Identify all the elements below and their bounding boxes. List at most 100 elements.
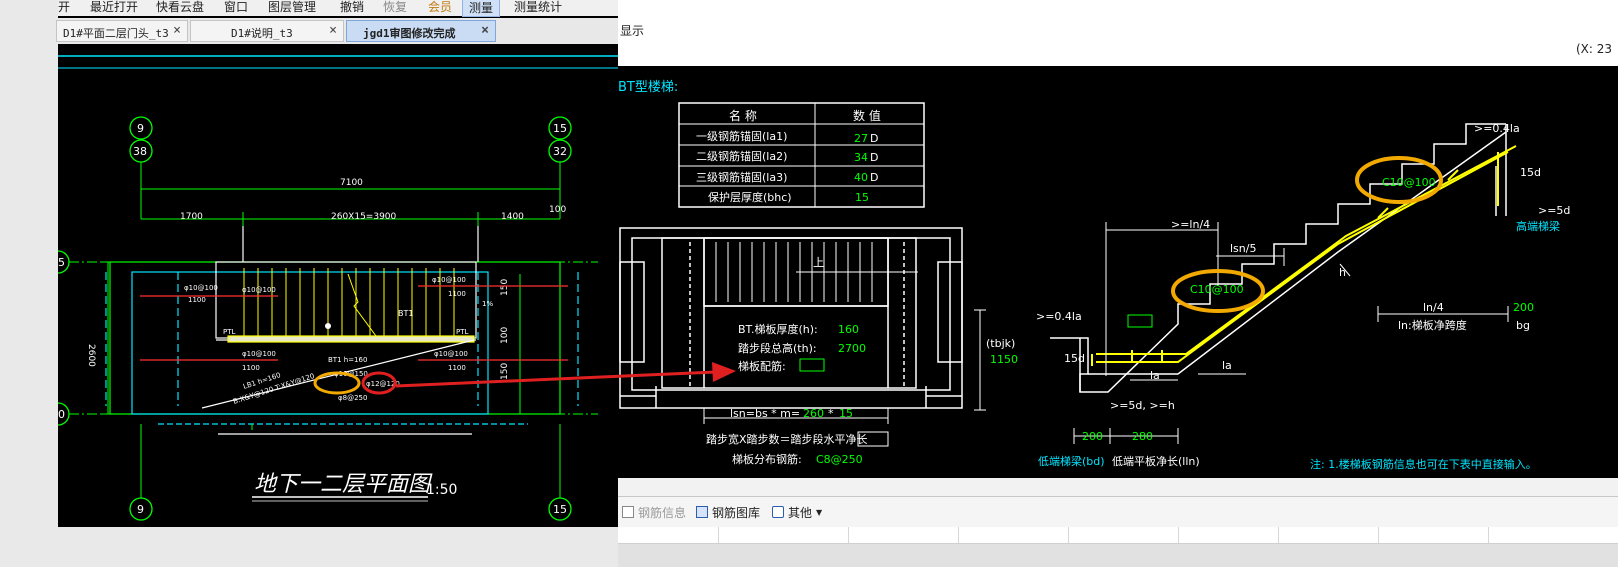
note-text: 注: 1.楼梯板钢筋信息也可在下表中直接输入。 bbox=[1310, 457, 1537, 471]
bg-label: bg bbox=[1516, 319, 1530, 332]
rebar-label: BT1 h=160 bbox=[328, 356, 367, 364]
rebar-label: φ10@100 bbox=[434, 350, 468, 358]
anchorage-table: 名 称 数 值 一级钢筋锚固(la1) 27 D 二级钢筋锚固(la2) 34 … bbox=[678, 102, 925, 208]
dim-150-lower: 150 bbox=[500, 363, 510, 380]
lsn-star: * bbox=[828, 407, 834, 420]
tab-d1-notes[interactable]: D1#说明_t3 × bbox=[190, 20, 344, 42]
rebar-input-box[interactable] bbox=[799, 358, 825, 372]
axis-label-top-15: 15 bbox=[553, 122, 567, 135]
bg-value[interactable]: 200 bbox=[1513, 301, 1534, 314]
rebar-label: 1100 bbox=[448, 364, 466, 372]
rebar-label: 1100 bbox=[188, 296, 206, 304]
rebar-label: φ10@100 bbox=[242, 350, 276, 358]
rebar-table-header bbox=[618, 527, 1618, 544]
rebar-label: φ8@250 bbox=[338, 394, 367, 402]
settings-icon bbox=[772, 506, 784, 518]
tbjk-label: (tbjk) bbox=[986, 337, 1015, 350]
rebar-label: 1% bbox=[482, 300, 493, 308]
tab-d1-plan[interactable]: D1#平面二层门头_t3 × bbox=[56, 20, 188, 42]
tbjk-dim bbox=[974, 309, 986, 411]
lsn-bs[interactable]: 260 bbox=[803, 407, 824, 420]
ge04la-left-label: >=0.4la bbox=[1036, 310, 1082, 323]
d5h-label: >=5d, >=h bbox=[1110, 399, 1175, 412]
axis-label-top-9: 9 bbox=[137, 122, 144, 135]
axis-label-bottom-9: 9 bbox=[137, 503, 144, 516]
lsn5-label: lsn/5 bbox=[1230, 242, 1256, 255]
table-row-name: 三级钢筋锚固(la3) bbox=[696, 170, 787, 184]
document-icon bbox=[622, 506, 634, 518]
rebar-label: φ12@120 bbox=[366, 380, 400, 388]
tab-jgd1[interactable]: jgd1审图修改完成 × bbox=[346, 20, 496, 42]
rebar-top-label[interactable]: C10@100 bbox=[1382, 176, 1436, 189]
tab-label: jgd1审图修改完成 bbox=[363, 27, 456, 40]
bd-value[interactable]: 200 bbox=[1082, 430, 1103, 443]
cad-drawing-canvas[interactable]: 9 38 15 32 5 0 9 15 7100 1700 260X15=390… bbox=[58, 44, 618, 527]
dim-2600: 2600 bbox=[86, 344, 96, 367]
thickness-label: BT.梯板厚度(h): bbox=[738, 322, 818, 336]
height-value[interactable]: 2700 bbox=[838, 342, 866, 355]
low-plate-label: 低端平板净长(lln) bbox=[1112, 454, 1200, 468]
menu-item-measure[interactable]: 测量 bbox=[462, 0, 501, 17]
menu-item-open[interactable]: 开 bbox=[58, 0, 70, 15]
rebar-label: PTL bbox=[456, 328, 468, 336]
axis-label-left-5: 5 bbox=[58, 256, 65, 269]
table-row-value[interactable]: 34 bbox=[854, 151, 868, 164]
d15-right-label: 15d bbox=[1520, 166, 1541, 179]
menu-item-window[interactable]: 窗口 bbox=[224, 0, 248, 15]
axis-label-top-38: 38 bbox=[133, 145, 147, 158]
display-hint: 显示 bbox=[620, 24, 645, 38]
dim-7100: 7100 bbox=[340, 178, 363, 188]
rebar-label: 1100 bbox=[448, 290, 466, 298]
axis-label-bottom-15: 15 bbox=[553, 503, 567, 516]
stair-detail-canvas[interactable]: BT型楼梯: 名 称 数 值 一级钢筋锚固(la1) 27 D 二级钢筋锚固(l… bbox=[618, 66, 1618, 478]
rebar-label: φ10@100 bbox=[242, 286, 276, 294]
tab-label: D1#说明_t3 bbox=[231, 27, 293, 40]
right-window-info-row: 显示 (X: 23 bbox=[618, 20, 1618, 67]
table-row-value[interactable]: 15 bbox=[855, 191, 869, 204]
close-icon[interactable]: × bbox=[329, 23, 337, 38]
menu-item-member[interactable]: 会员 bbox=[428, 0, 452, 15]
rebar-info-label: 钢筋信息 bbox=[638, 505, 687, 520]
other-dropdown-button[interactable]: 其他 ▼ bbox=[772, 503, 822, 521]
ln4-left-label: >=ln/4 bbox=[1171, 218, 1210, 231]
section-rebar bbox=[1091, 145, 1517, 366]
table-row-value[interactable]: 27 bbox=[854, 132, 868, 145]
ln4-right-label: ln/4 bbox=[1423, 301, 1444, 314]
table-row-value[interactable]: 40 bbox=[854, 171, 868, 184]
high-beam-label: 高端梯梁 bbox=[1516, 219, 1560, 233]
thickness-value[interactable]: 160 bbox=[838, 323, 859, 336]
menu-item-layers[interactable]: 图层管理 bbox=[268, 0, 316, 15]
axis-label-left-0: 0 bbox=[58, 408, 65, 421]
menu-item-undo[interactable]: 撤销 bbox=[340, 0, 364, 15]
anchor-input-box[interactable] bbox=[1127, 314, 1153, 328]
menu-item-recent[interactable]: 最近打开 bbox=[90, 0, 138, 15]
node-marker bbox=[325, 323, 331, 329]
document-tab-bar: D1#平面二层门头_t3 × D1#说明_t3 × jgd1审图修改完成 × bbox=[56, 18, 618, 46]
cad-viewer-window: 开 最近打开 快看云盘 窗口 图层管理 撤销 恢复 会员 测量 测量统计 D1#… bbox=[56, 0, 618, 527]
rebar-mid-label[interactable]: C10@100 bbox=[1190, 283, 1244, 296]
lln-value[interactable]: 280 bbox=[1132, 430, 1153, 443]
rebar-label: φ10@150 bbox=[334, 370, 368, 378]
menu-item-measure-stats[interactable]: 测量统计 bbox=[514, 0, 562, 15]
other-label: 其他 bbox=[788, 505, 813, 520]
formula-label: 踏步宽X踏步数＝踏步段水平净长 bbox=[706, 432, 868, 446]
table-row-unit: D bbox=[870, 132, 878, 145]
close-icon[interactable]: × bbox=[173, 23, 181, 38]
tbjk-value[interactable]: 1150 bbox=[990, 353, 1018, 366]
d15-left-label: 15d bbox=[1064, 352, 1085, 365]
table-row-name: 保护层厚度(bhc) bbox=[708, 190, 792, 204]
rebar-label: 1100 bbox=[242, 364, 260, 372]
table-row-unit: D bbox=[870, 171, 878, 184]
rebar-library-button[interactable]: 钢筋图库 bbox=[696, 503, 760, 521]
stair-plan-view bbox=[619, 227, 963, 409]
close-icon[interactable]: × bbox=[481, 23, 489, 38]
dist-rebar-value[interactable]: C8@250 bbox=[816, 453, 863, 466]
menu-item-cloud[interactable]: 快看云盘 bbox=[156, 0, 204, 15]
plan-scale: 1:50 bbox=[426, 482, 457, 498]
menu-item-redo[interactable]: 恢复 bbox=[383, 0, 407, 15]
lsn-m[interactable]: 15 bbox=[839, 407, 853, 420]
chevron-down-icon: ▼ bbox=[816, 507, 823, 517]
tab-label: D1#平面二层门头_t3 bbox=[63, 27, 169, 40]
rebar-info-button[interactable]: 钢筋信息 bbox=[622, 503, 686, 521]
rebar-library-label: 钢筋图库 bbox=[712, 505, 761, 520]
